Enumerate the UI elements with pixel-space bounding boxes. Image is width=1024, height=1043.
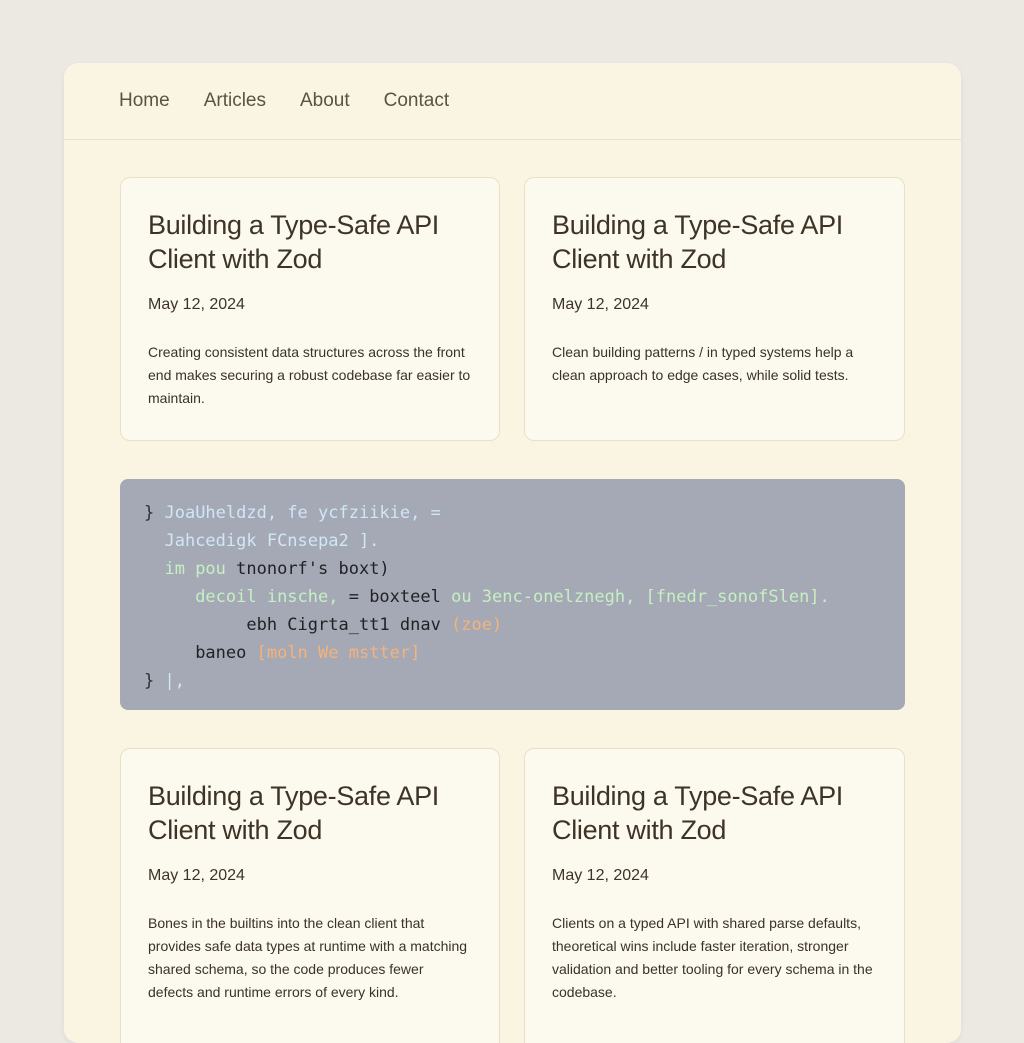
code-line: Jahcedigk FCnsepa2 ]. — [144, 527, 881, 555]
article-excerpt: Creating consistent data structures acro… — [148, 344, 471, 406]
code-token: ebh Cigrta_tt1 dnav — [246, 615, 452, 635]
article-title[interactable]: Building a Type-Safe API Client with Zod — [148, 208, 472, 276]
nav-contact[interactable]: Contact — [384, 90, 449, 112]
code-line: } JoaUheldzd, fe ycfziikie, = — [144, 499, 881, 527]
code-line: ebh Cigrta_tt1 dnav (zoe) — [144, 611, 881, 639]
code-token: [moln We mstter] — [256, 643, 421, 663]
article-card[interactable]: Building a Type-Safe API Client with Zod… — [120, 748, 500, 1043]
article-card[interactable]: Building a Type-Safe API Client with Zod… — [120, 177, 500, 441]
code-token: (zoe) — [451, 615, 503, 635]
article-date: May 12, 2024 — [148, 296, 245, 313]
code-token: tnonorf's boxt) — [236, 559, 390, 579]
article-card[interactable]: Building a Type-Safe API Client with Zod… — [524, 748, 905, 1043]
code-token: |, — [164, 671, 185, 691]
code-token: } — [144, 671, 165, 691]
code-block: } JoaUheldzd, fe ycfziikie, = Jahcedigk … — [120, 479, 905, 710]
nav-about[interactable]: About — [300, 90, 350, 112]
article-excerpt: Bones in the builtins into the clean cli… — [148, 915, 468, 1000]
code-line: } |, — [144, 667, 881, 695]
page-container: Home Articles About Contact Building a T… — [64, 63, 961, 1043]
article-date: May 12, 2024 — [552, 867, 649, 884]
article-card[interactable]: Building a Type-Safe API Client with Zod… — [524, 177, 905, 441]
code-token: im pou — [164, 559, 237, 579]
code-token: ou 3enc-onelznegh, [fnedr_sonofSlen]. — [451, 587, 830, 607]
code-token: baneo — [195, 643, 257, 663]
article-title[interactable]: Building a Type-Safe API Client with Zod — [148, 779, 472, 847]
article-title[interactable]: Building a Type-Safe API Client with Zod — [552, 208, 877, 276]
top-nav: Home Articles About Contact — [64, 63, 961, 140]
code-token: decoil insche, — [195, 587, 349, 607]
nav-articles[interactable]: Articles — [204, 90, 266, 112]
article-excerpt: Clients on a typed API with shared parse… — [552, 915, 873, 1000]
code-token: Jahcedigk FCnsepa2 ]. — [164, 531, 380, 551]
code-line: baneo [moln We mstter] — [144, 639, 881, 667]
code-line: decoil insche, = boxteel ou 3enc-onelzne… — [144, 583, 881, 611]
article-date: May 12, 2024 — [148, 867, 245, 884]
code-line: im pou tnonorf's boxt) — [144, 555, 881, 583]
article-excerpt: Clean building patterns / in typed syste… — [552, 344, 854, 383]
nav-home[interactable]: Home — [119, 90, 170, 112]
code-token: = boxteel — [348, 587, 452, 607]
article-title[interactable]: Building a Type-Safe API Client with Zod — [552, 779, 877, 847]
code-token: } — [144, 503, 165, 523]
code-token: JoaUheldzd, fe ycfziikie, = — [164, 503, 441, 523]
article-date: May 12, 2024 — [552, 296, 649, 313]
